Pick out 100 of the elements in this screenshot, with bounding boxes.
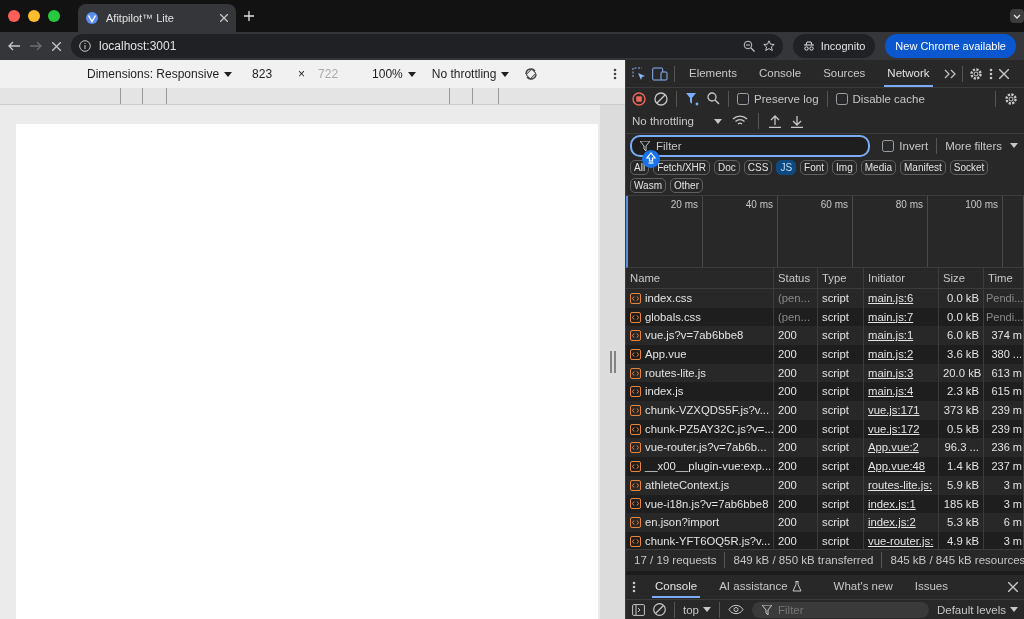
column-header[interactable]: Type: [818, 267, 864, 289]
tab-search-icon[interactable]: [1010, 9, 1024, 23]
checkbox-label: Invert: [899, 139, 929, 152]
panel-tab[interactable]: Network: [884, 60, 933, 87]
caret-icon: [703, 607, 711, 613]
request-name[interactable]: __x00__plugin-vue:exp...: [626, 457, 774, 476]
disable-cache-checkbox[interactable]: [835, 92, 848, 105]
filter-field[interactable]: Filter: [630, 134, 871, 157]
column-header[interactable]: Time: [984, 267, 1024, 289]
drawer-tab[interactable]: What's new: [830, 576, 896, 599]
throttling-dropdown[interactable]: No throttling: [431, 67, 510, 81]
log-levels-dropdown[interactable]: Default levels: [936, 603, 1018, 616]
star-icon[interactable]: [762, 40, 775, 52]
column-header[interactable]: Status: [774, 267, 818, 289]
type-filter-chip[interactable]: Media: [860, 159, 896, 175]
filter-input[interactable]: Filter: [778, 603, 878, 616]
record-icon[interactable]: [632, 91, 646, 106]
checkbox-label: Preserve log: [754, 92, 819, 105]
zoom-icon[interactable]: [742, 40, 755, 52]
drawer-tab[interactable]: AI assistance: [716, 576, 805, 599]
initiator-link[interactable]: main.js:6: [868, 291, 914, 304]
incognito-button[interactable]: Incognito: [792, 34, 876, 58]
initiator-link[interactable]: routes-lite.js:: [868, 478, 933, 491]
dimensions-dropdown[interactable]: Dimensions: Responsive: [87, 67, 233, 81]
device-mode-icon[interactable]: [652, 66, 668, 81]
width-field[interactable]: 823: [252, 67, 293, 81]
time-cell: 615 m: [984, 382, 1024, 402]
address-bar[interactable]: localhost:3001: [71, 34, 783, 58]
context-dropdown[interactable]: top: [683, 603, 711, 616]
panel-tab[interactable]: Sources: [820, 60, 869, 87]
size-cell: 3.6 kB: [939, 345, 984, 364]
type-filter-chip[interactable]: Font: [800, 159, 829, 175]
time-cell: 380 ...: [984, 345, 1024, 364]
summary-text: 849 kB / 850 kB transferred: [733, 554, 874, 567]
request-name[interactable]: App.vue: [626, 345, 774, 364]
throttling-dropdown[interactable]: No throttling: [632, 115, 722, 128]
back-icon[interactable]: [8, 41, 20, 51]
panel-tab[interactable]: Console: [755, 60, 805, 87]
caret-icon: [501, 71, 510, 77]
sidebar-icon[interactable]: [632, 603, 645, 616]
window-control[interactable]: [28, 10, 40, 22]
initiator-link[interactable]: main.js:1: [868, 329, 914, 342]
inspect-icon[interactable]: [632, 66, 646, 81]
clear-icon[interactable]: [654, 91, 668, 106]
info-icon[interactable]: [79, 40, 91, 52]
request-name[interactable]: index.js: [626, 382, 774, 402]
zoom-dropdown[interactable]: 100%: [372, 67, 416, 81]
plus-icon[interactable]: [244, 11, 254, 21]
type-filter-chip[interactable]: CSS: [743, 159, 773, 175]
column-header[interactable]: Size: [939, 267, 984, 289]
caret-icon: [407, 71, 416, 77]
checkbox-label: Disable cache: [852, 92, 925, 105]
type-filter-chip[interactable]: Img: [832, 159, 857, 175]
time-cell: 237 m: [984, 457, 1024, 476]
type-filter-chip[interactable]: JS: [776, 159, 797, 175]
export-icon[interactable]: [791, 114, 803, 128]
initiator-link[interactable]: main.js:3: [868, 366, 914, 379]
type-filter-chip[interactable]: Wasm: [630, 177, 666, 193]
filter-input[interactable]: Filter: [656, 139, 806, 152]
resize-handle-icon[interactable]: [609, 351, 616, 373]
invert-checkbox[interactable]: [882, 139, 895, 152]
settings-icon[interactable]: [968, 66, 983, 81]
initiator-link[interactable]: App.vue:2: [868, 441, 919, 454]
drawer-tab[interactable]: Console: [652, 576, 701, 599]
window-control[interactable]: [48, 10, 60, 22]
column-header[interactable]: Name: [626, 267, 774, 289]
more-icon[interactable]: [988, 67, 993, 80]
type-filter-chip[interactable]: Other: [669, 177, 703, 193]
filter-icon[interactable]: [685, 91, 699, 106]
script-file-icon: [630, 423, 641, 435]
update-button[interactable]: New Chrome available: [885, 34, 1016, 58]
window-control[interactable]: [8, 10, 20, 22]
initiator-link[interactable]: vue.js:171: [868, 404, 920, 417]
preserve-log-checkbox[interactable]: [737, 92, 749, 105]
search-icon[interactable]: [707, 92, 720, 106]
type-filter-chip[interactable]: Socket: [949, 159, 989, 175]
more-icon[interactable]: [632, 581, 636, 594]
eye-icon[interactable]: [728, 604, 744, 616]
console-filter-field[interactable]: Filter: [752, 601, 929, 618]
stop-icon[interactable]: [52, 41, 61, 51]
script-file-icon: [630, 461, 641, 472]
clear-icon[interactable]: [653, 603, 666, 617]
more-icon[interactable]: [613, 68, 617, 80]
panel-tab[interactable]: Elements: [686, 60, 740, 87]
more-filters-dropdown[interactable]: More filters: [945, 139, 1018, 152]
rotate-icon[interactable]: [523, 66, 540, 82]
script-file-icon: [630, 386, 641, 398]
column-header[interactable]: Initiator: [864, 267, 939, 289]
close-icon[interactable]: [998, 68, 1009, 79]
type-filter-chip[interactable]: Doc: [714, 159, 740, 175]
initiator-link[interactable]: index.js:2: [868, 516, 916, 529]
more-tabs-icon[interactable]: [943, 68, 956, 79]
close-icon[interactable]: [220, 14, 228, 22]
import-icon[interactable]: [769, 114, 781, 128]
type-cell: script: [818, 382, 864, 402]
type-filter-chip[interactable]: Manifest: [900, 159, 946, 175]
browser-tab[interactable]: Afitpilot™ Lite: [78, 4, 236, 32]
drawer-tab[interactable]: Issues: [911, 576, 951, 599]
settings-icon[interactable]: [1004, 91, 1018, 106]
close-icon[interactable]: [1008, 582, 1018, 593]
